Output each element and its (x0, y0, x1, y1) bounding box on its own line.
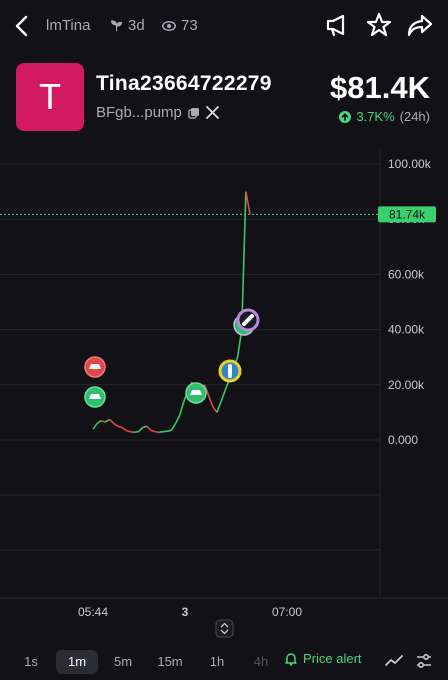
price-segment (163, 430, 168, 433)
x-tick-label: 05:44 (78, 605, 108, 619)
x-tick-label: 07:00 (272, 605, 302, 619)
price-segment (207, 395, 214, 408)
token-price: $81.4K (330, 70, 430, 105)
price-segment (245, 191, 251, 215)
view-count: 73 (162, 17, 198, 34)
price-segment (96, 420, 102, 425)
price-segment (170, 423, 177, 431)
price-change: 3.7K% (24h) (339, 109, 430, 124)
share-icon[interactable] (406, 11, 434, 39)
price-segment (104, 418, 110, 423)
timeframe-15m[interactable]: 15m (152, 650, 188, 674)
price-alert-button[interactable]: Price alert (284, 651, 362, 666)
bell-icon (285, 652, 297, 666)
price-segment (178, 401, 185, 416)
price-segment (154, 430, 160, 434)
y-tick-label: 20.00k (388, 378, 425, 392)
y-tick-label: 60.00k (388, 267, 425, 281)
token-address[interactable]: BFgb...pump (96, 104, 182, 121)
view-count-value: 73 (181, 17, 198, 34)
token-age: 3d (110, 17, 145, 34)
token-name: Tina23664722279 (96, 72, 272, 95)
chart-candles (92, 191, 251, 434)
trade-marker-sell[interactable] (84, 356, 106, 378)
price-segment (167, 429, 172, 432)
line-chart-icon[interactable] (384, 651, 404, 671)
price-chart[interactable]: 100.00k80.00k60.00k40.00k20.00k0.00005:4… (0, 150, 448, 640)
price-segment (150, 429, 156, 433)
trade-marker-pill[interactable] (236, 308, 260, 332)
trade-marker-buy[interactable] (84, 386, 106, 408)
price-change-value: 3.7K% (356, 109, 395, 124)
price-segment (117, 425, 123, 429)
token-avatar: T (16, 63, 84, 131)
price-segment (158, 430, 164, 434)
timeframe-1m[interactable]: 1m (56, 650, 98, 674)
eye-icon (162, 20, 176, 31)
price-segment (92, 422, 98, 430)
megaphone-icon[interactable] (323, 11, 351, 39)
price-segment (130, 430, 135, 434)
current-price-label: 81.74k (389, 207, 426, 221)
price-change-period: (24h) (399, 109, 430, 124)
y-tick-label: 100.00k (388, 157, 432, 171)
token-age-value: 3d (128, 17, 145, 34)
price-segment (216, 401, 222, 413)
price-segment (137, 427, 144, 433)
price-segment (142, 425, 147, 429)
price-segment (113, 422, 119, 427)
price-segment (121, 426, 127, 432)
timeframe-1s[interactable]: 1s (16, 650, 46, 674)
price-segment (108, 418, 115, 425)
price-segment (146, 425, 152, 431)
price-segment (174, 414, 181, 424)
sprout-icon (110, 20, 123, 31)
x-tick-label: 3 (182, 605, 189, 619)
chart-axis: 100.00k80.00k60.00k40.00k20.00k0.00005:4… (78, 157, 436, 638)
trade-marker-dev[interactable] (218, 359, 242, 383)
settings-sliders-icon[interactable] (414, 651, 434, 671)
x-twitter-icon[interactable] (205, 106, 219, 119)
timeframe-5m[interactable]: 5m (108, 650, 138, 674)
trade-marker-buy[interactable] (185, 382, 207, 404)
chart-markers (84, 308, 260, 408)
creator-username[interactable]: lmTina (46, 17, 90, 34)
timeframe-1h[interactable]: 1h (202, 650, 232, 674)
timeframe-bar: 1s 1m 5m 15m 1h 4h Price alert (0, 640, 448, 680)
y-tick-label: 40.00k (388, 323, 425, 337)
price-segment (212, 406, 218, 413)
price-segment (134, 430, 139, 434)
price-segment (125, 429, 131, 433)
price-segment (220, 390, 226, 402)
back-arrow-icon[interactable] (10, 12, 36, 40)
price-segment (101, 419, 106, 423)
top-bar: lmTina 3d 73 (0, 0, 448, 52)
token-address-row: BFgb...pump (96, 104, 219, 121)
price-alert-label: Price alert (303, 651, 362, 666)
scroll-to-now-button[interactable] (215, 619, 234, 638)
star-icon[interactable] (365, 11, 393, 39)
copy-icon[interactable] (188, 107, 200, 119)
y-tick-label: 0.000 (388, 433, 418, 447)
timeframe-4h[interactable]: 4h (246, 650, 276, 674)
arrow-up-circle-icon (339, 110, 352, 123)
